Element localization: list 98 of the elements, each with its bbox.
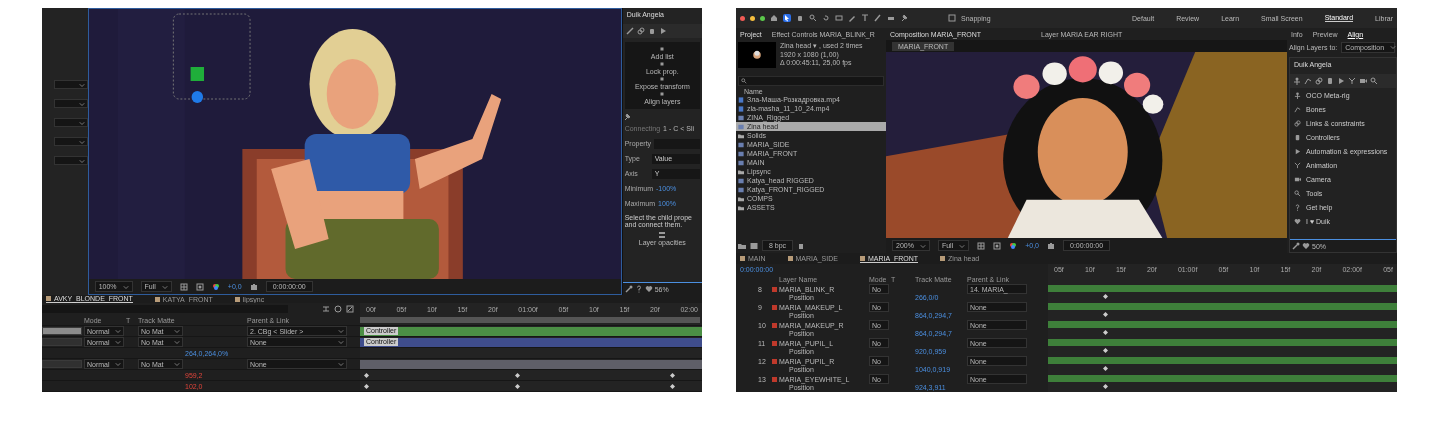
heart-icon[interactable] xyxy=(1302,242,1310,250)
help-icon[interactable] xyxy=(634,285,643,293)
label-swatch[interactable] xyxy=(772,376,777,382)
draft-icon[interactable] xyxy=(334,305,342,313)
keyframe-icon[interactable] xyxy=(364,384,369,389)
layer-name-cell[interactable] xyxy=(42,338,82,346)
dropdown-field[interactable] xyxy=(53,156,88,165)
help-icon xyxy=(1294,203,1301,211)
chevron-down-icon xyxy=(919,242,926,249)
chevron-down-icon xyxy=(78,119,85,126)
grid-icon[interactable] xyxy=(659,76,666,82)
bones-icon xyxy=(1294,105,1301,113)
dropdown-field[interactable] xyxy=(53,137,88,146)
composition-icon[interactable] xyxy=(750,241,758,250)
link-icon xyxy=(1294,119,1301,127)
dropdown-field[interactable] xyxy=(53,80,88,89)
camera-icon[interactable] xyxy=(1047,241,1055,250)
comp-flow-icon[interactable] xyxy=(322,305,330,313)
folder-icon[interactable] xyxy=(738,241,746,250)
grid-icon[interactable] xyxy=(659,91,666,97)
branch-icon xyxy=(1294,161,1301,169)
tools-icon[interactable] xyxy=(1370,77,1378,85)
keyframe-icon[interactable] xyxy=(1103,348,1108,353)
keyframe-icon[interactable] xyxy=(670,373,675,378)
layer-name-cell[interactable] xyxy=(42,360,82,368)
chevron-down-icon xyxy=(78,81,85,88)
wrench-icon[interactable] xyxy=(1292,242,1300,250)
rig-icon[interactable] xyxy=(1293,77,1301,85)
grid-icon[interactable] xyxy=(977,241,986,250)
chevron-down-icon xyxy=(78,157,85,164)
chevron-down-icon xyxy=(338,361,344,367)
search-icon xyxy=(741,78,747,84)
chevron-down-icon xyxy=(78,100,85,107)
branch-icon[interactable] xyxy=(1348,77,1356,85)
rig-icon xyxy=(1294,91,1301,99)
graph-icon[interactable] xyxy=(346,305,354,313)
folder-icon xyxy=(738,132,744,139)
search-field[interactable] xyxy=(738,76,884,86)
layer-name-cell[interactable] xyxy=(42,327,82,335)
chevron-down-icon xyxy=(122,283,129,290)
chevron-down-icon xyxy=(115,361,121,367)
pin-icon[interactable] xyxy=(900,14,908,22)
camera-icon[interactable] xyxy=(249,282,258,291)
chevron-down-icon xyxy=(1390,44,1397,50)
play-icon xyxy=(1294,147,1301,155)
keyframe-icon[interactable] xyxy=(1103,366,1108,371)
pen-icon[interactable] xyxy=(848,14,856,22)
bone-icon[interactable] xyxy=(625,27,634,35)
keyframe-icon[interactable] xyxy=(1103,294,1108,299)
search-field[interactable] xyxy=(42,305,288,313)
play-icon[interactable] xyxy=(1337,77,1345,85)
camera-icon[interactable] xyxy=(1359,77,1367,85)
chevron-down-icon xyxy=(161,283,168,290)
wrench-icon[interactable] xyxy=(624,285,633,293)
camera-icon xyxy=(1294,175,1301,183)
grid-icon[interactable] xyxy=(659,46,666,52)
bones-icon[interactable] xyxy=(1304,77,1312,85)
keyframe-icon[interactable] xyxy=(1103,312,1108,317)
eraser-icon[interactable] xyxy=(887,14,895,22)
chevron-down-icon xyxy=(174,361,180,367)
keyframe-icon[interactable] xyxy=(1103,384,1108,389)
keyframe-icon[interactable] xyxy=(364,373,369,378)
grid-icon[interactable] xyxy=(179,282,188,291)
label-swatch[interactable] xyxy=(772,358,777,364)
search-icon[interactable] xyxy=(809,14,817,22)
label-swatch[interactable] xyxy=(772,286,777,292)
keyframe-icon[interactable] xyxy=(515,373,520,378)
chevron-down-icon xyxy=(78,138,85,145)
selection-arrow-icon[interactable] xyxy=(783,14,791,22)
folder-icon xyxy=(738,168,744,175)
heart-icon xyxy=(1294,217,1301,225)
layers-icon[interactable] xyxy=(658,231,667,239)
label-swatch[interactable] xyxy=(772,322,777,328)
mask-icon[interactable] xyxy=(195,282,204,291)
tools-icon xyxy=(1294,189,1301,197)
keyframe-icon[interactable] xyxy=(670,384,675,389)
grid-icon[interactable] xyxy=(659,61,666,67)
thumbnail-icon xyxy=(752,50,762,60)
label-swatch[interactable] xyxy=(772,304,777,310)
chevron-down-icon xyxy=(959,242,966,249)
link-icon[interactable] xyxy=(1315,77,1323,85)
heart-icon[interactable] xyxy=(644,285,653,293)
checkbox-icon[interactable] xyxy=(948,14,956,22)
text-icon[interactable] xyxy=(861,14,869,22)
dropdown-field[interactable] xyxy=(53,99,88,108)
link-icon[interactable] xyxy=(636,27,645,35)
rotate-icon[interactable] xyxy=(822,14,830,22)
home-icon[interactable] xyxy=(770,14,778,22)
brush-icon[interactable] xyxy=(874,14,882,22)
keyframe-icon[interactable] xyxy=(515,384,520,389)
keyframe-icon[interactable] xyxy=(1103,330,1108,335)
pin-icon[interactable] xyxy=(622,113,631,121)
mask-icon[interactable] xyxy=(993,241,1002,250)
color-channels-icon[interactable] xyxy=(1009,241,1018,250)
color-channels-icon[interactable] xyxy=(211,282,220,291)
dropdown-field[interactable] xyxy=(53,118,88,127)
label-swatch[interactable] xyxy=(772,340,777,346)
play-icon[interactable] xyxy=(658,27,667,35)
